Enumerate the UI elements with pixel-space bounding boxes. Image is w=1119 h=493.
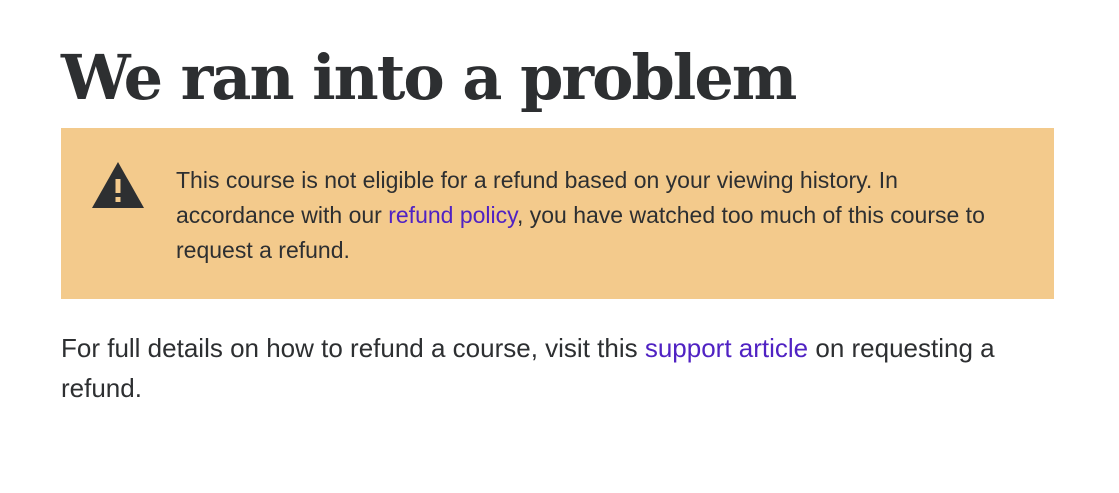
refund-details-text: For full details on how to refund a cour…	[61, 328, 1011, 408]
support-article-link[interactable]: support article	[645, 333, 808, 363]
page-title: We ran into a problem	[61, 41, 797, 114]
details-text-start: For full details on how to refund a cour…	[61, 333, 645, 363]
refund-policy-link[interactable]: refund policy	[388, 202, 517, 228]
page-container: We ran into a problem This course is not…	[61, 0, 1055, 403]
warning-icon	[92, 162, 144, 208]
warning-alert: This course is not eligible for a refund…	[61, 128, 1054, 299]
alert-message: This course is not eligible for a refund…	[176, 163, 1006, 268]
